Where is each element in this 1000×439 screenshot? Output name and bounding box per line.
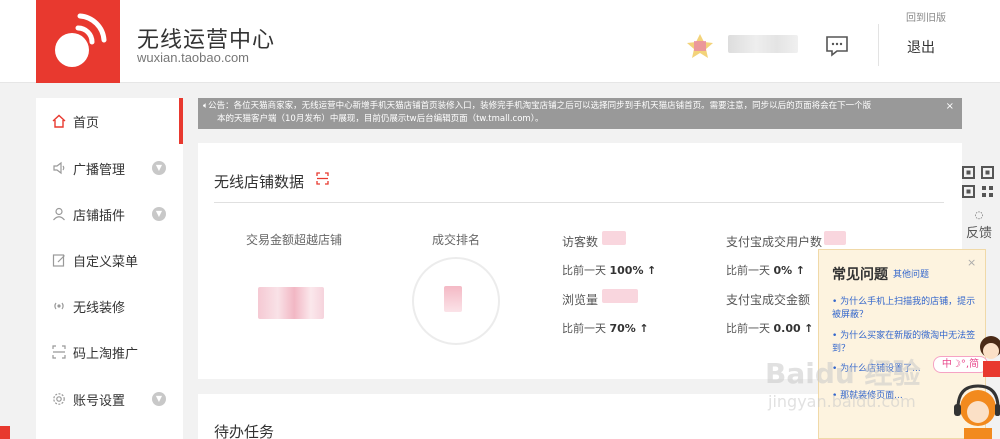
faq-more-link[interactable]: 其他问题: [893, 267, 929, 280]
edit-icon: [52, 254, 65, 267]
buyers-label: 支付宝成交用户数: [726, 235, 823, 249]
announcement-line-1: 🔈︎公告：各位天猫商家家，无线运营中心新增手机天猫店铺首页装修入口，装修完手机淘…: [203, 101, 872, 111]
exceed-stores-title: 交易金额超越店铺: [246, 233, 343, 247]
watermark: Baidu 经验: [765, 357, 921, 390]
sidebar-item-label: 账号设置: [73, 393, 126, 409]
scan-icon[interactable]: [316, 172, 329, 185]
sidebar: 首页 广播管理 ▼ 店铺插件 ▼ 自定义菜单 无线装修 码上淘推广 账号设置 ▼: [36, 98, 183, 439]
chevron-down-icon[interactable]: ▼: [152, 207, 166, 221]
gear-icon: [53, 393, 65, 405]
sidebar-item-custom-menu[interactable]: 自定义菜单: [36, 237, 183, 283]
mascot-icon: [954, 384, 1000, 439]
rank-value-blurred: [444, 286, 462, 312]
pageviews-compare: 比前一天 70% ↑: [562, 322, 649, 335]
sidebar-item-plugins[interactable]: 店铺插件 ▼: [36, 191, 183, 237]
chevron-down-icon[interactable]: ▼: [152, 392, 166, 406]
logo-mark-icon: [55, 13, 107, 67]
mascot-icon: [980, 336, 1000, 377]
chevron-down-icon[interactable]: ▼: [152, 161, 166, 175]
sidebar-item-account[interactable]: 账号设置 ▼: [36, 376, 183, 422]
sales-amount-label: 支付宝成交金额: [726, 293, 811, 307]
user-icon: [53, 207, 65, 221]
arrow-up-icon: ↑: [795, 264, 805, 277]
divider: [214, 202, 944, 203]
exceed-value-blurred: [258, 287, 324, 319]
message-icon[interactable]: [824, 34, 850, 58]
username-blurred: [728, 35, 798, 53]
announcement-line-2: 本的天猫客户端（10月发布）中展现，目前仍展示tw后台编辑页面（tw.tmall…: [217, 114, 544, 124]
brand-url: wuxian.taobao.com: [137, 50, 250, 65]
sidebar-item-broadcast[interactable]: 广播管理 ▼: [36, 145, 183, 191]
qr-code-icon[interactable]: [961, 165, 995, 199]
home-icon: [52, 114, 66, 128]
logout-button[interactable]: 退出: [907, 37, 935, 57]
buyers-compare: 比前一天 0% ↑: [726, 264, 805, 277]
close-icon[interactable]: ×: [967, 256, 976, 269]
top-header: 无线运营中心 wuxian.taobao.com 回到旧版 退出: [0, 0, 1000, 83]
avatar[interactable]: [684, 33, 716, 59]
active-indicator: [179, 98, 183, 144]
visitors-compare: 比前一天 100% ↑: [562, 264, 657, 277]
scan-icon: [52, 345, 66, 359]
speaker-icon: [53, 161, 65, 175]
sidebar-item-label: 店铺插件: [73, 208, 126, 224]
rank-title: 成交排名: [432, 233, 481, 247]
sidebar-item-label: 码上淘推广: [73, 346, 139, 362]
arrow-up-icon: ↑: [646, 264, 657, 277]
visitors-label: 访客数: [562, 235, 599, 249]
faq-item[interactable]: • 为什么手机上扫描我的店铺，提示被屏蔽？: [832, 296, 982, 322]
arrow-up-icon: ↑: [804, 322, 814, 335]
card-title: 无线店铺数据: [214, 173, 305, 191]
sidebar-item-label: 自定义菜单: [73, 254, 139, 270]
sidebar-item-home[interactable]: 首页: [36, 98, 183, 144]
wireless-icon: [54, 302, 64, 310]
todo-title: 待办任务: [214, 423, 275, 439]
pageviews-label: 浏览量: [562, 293, 599, 307]
visitors-value-blurred: [602, 231, 626, 245]
logo[interactable]: [36, 0, 120, 83]
header-divider: [878, 24, 879, 66]
sidebar-item-qr-promo[interactable]: 码上淘推广: [36, 329, 183, 375]
close-icon[interactable]: ×: [946, 100, 954, 113]
watermark-url: jingyan.baidu.com: [768, 392, 916, 411]
sidebar-item-wireless-decor[interactable]: 无线装修: [36, 283, 183, 329]
sales-amount-compare: 比前一天 0.00 ↑: [726, 322, 814, 335]
arrow-up-icon: ↑: [639, 322, 649, 335]
feedback-label: 反馈: [965, 226, 992, 241]
sidebar-item-label: 无线装修: [73, 300, 126, 316]
chat-bubble-icon: ◌: [974, 210, 984, 221]
announcement-bar: 🔈︎公告：各位天猫商家家，无线运营中心新增手机天猫店铺首页装修入口，装修完手机淘…: [198, 98, 962, 129]
buyers-value-blurred: [824, 231, 846, 245]
pageviews-value-blurred: [602, 289, 638, 303]
faq-title: 常见问题: [832, 267, 888, 283]
feedback-button[interactable]: ◌ 反馈: [962, 210, 996, 246]
old-version-link[interactable]: 回到旧版: [906, 9, 946, 24]
sidebar-item-label: 首页: [73, 115, 100, 131]
corner-tag[interactable]: [0, 426, 10, 439]
sidebar-item-label: 广播管理: [73, 162, 126, 178]
